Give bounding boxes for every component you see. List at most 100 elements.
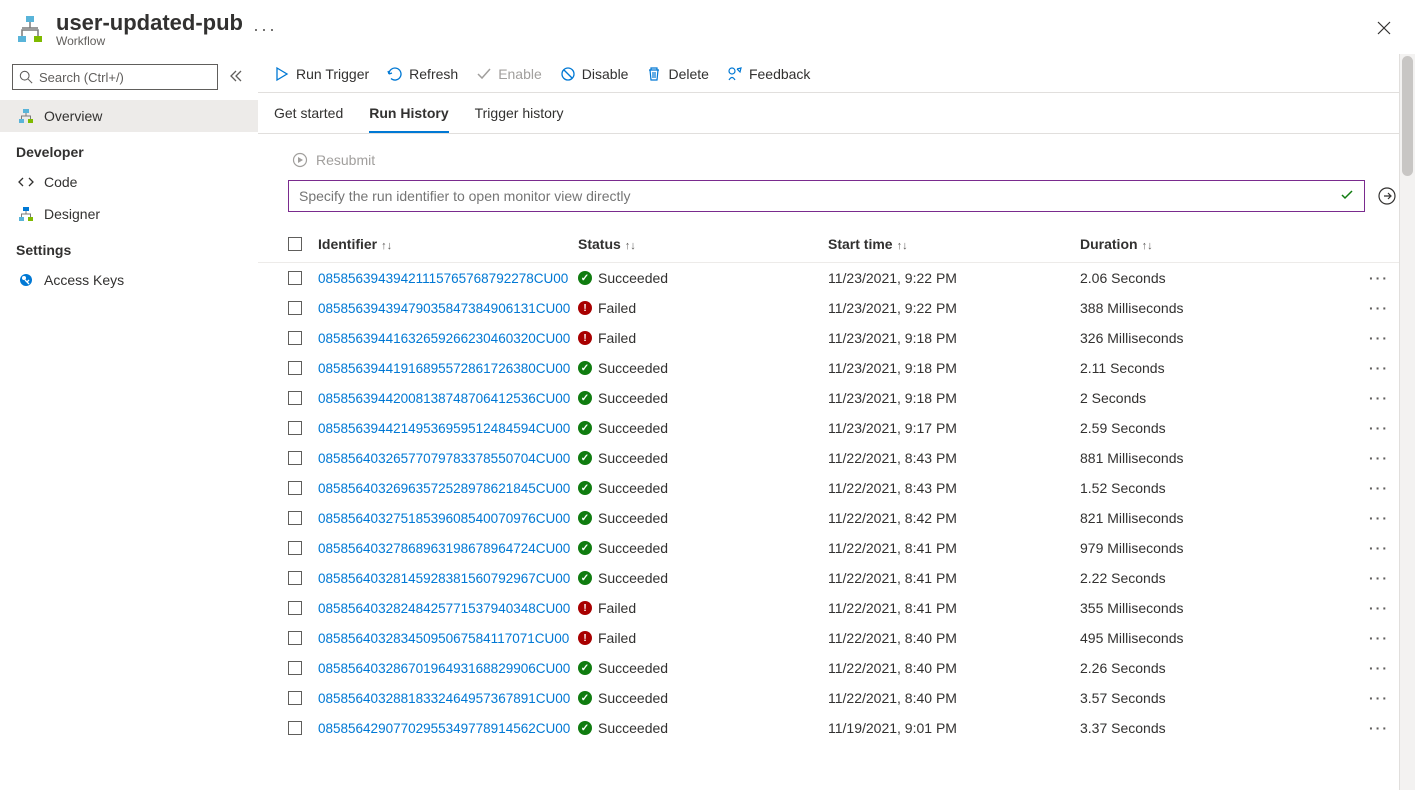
run-id-link[interactable]: 08585639441632659266230460320CU00	[318, 331, 570, 346]
go-button[interactable]	[1375, 184, 1399, 208]
row-checkbox[interactable]	[288, 301, 302, 315]
run-id-link[interactable]: 08585640328248425771537940348CU00	[318, 601, 570, 616]
row-menu-icon[interactable]: ···	[1369, 720, 1389, 736]
run-id-link[interactable]: 08585640326577079783378550704CU00	[318, 451, 570, 466]
run-id-link[interactable]: 08585639439421115765768792278CU00	[318, 271, 568, 286]
refresh-button[interactable]: Refresh	[387, 66, 458, 82]
status-label: Failed	[598, 330, 636, 346]
status-label: Succeeded	[598, 570, 668, 586]
row-checkbox[interactable]	[288, 361, 302, 375]
row-menu-icon[interactable]: ···	[1369, 420, 1389, 436]
row-menu-icon[interactable]: ···	[1369, 660, 1389, 676]
row-checkbox[interactable]	[288, 571, 302, 585]
select-all-checkbox[interactable]	[288, 237, 302, 251]
row-menu-icon[interactable]: ···	[1369, 300, 1389, 316]
sidebar-item-label: Code	[44, 174, 77, 190]
row-menu-icon[interactable]: ···	[1369, 390, 1389, 406]
run-id-link[interactable]: 08585642907702955349778914562CU00	[318, 721, 570, 736]
row-menu-icon[interactable]: ···	[1369, 270, 1389, 286]
start-time: 11/23/2021, 9:22 PM	[828, 300, 1080, 316]
row-menu-icon[interactable]: ···	[1369, 330, 1389, 346]
row-menu-icon[interactable]: ···	[1369, 510, 1389, 526]
column-duration[interactable]: Duration↑↓	[1080, 236, 1359, 252]
run-id-link[interactable]: 08585640327868963198678964724CU00	[318, 541, 570, 556]
row-checkbox[interactable]	[288, 541, 302, 555]
scrollbar[interactable]	[1399, 54, 1415, 790]
row-checkbox[interactable]	[288, 331, 302, 345]
status-label: Failed	[598, 300, 636, 316]
row-checkbox[interactable]	[288, 661, 302, 675]
tab-get-started[interactable]: Get started	[274, 93, 343, 133]
row-checkbox[interactable]	[288, 511, 302, 525]
row-checkbox[interactable]	[288, 721, 302, 735]
row-menu-icon[interactable]: ···	[1369, 360, 1389, 376]
row-menu-icon[interactable]: ···	[1369, 480, 1389, 496]
sidebar-item-designer[interactable]: Designer	[0, 198, 258, 230]
column-start-time[interactable]: Start time↑↓	[828, 236, 1080, 252]
run-id-link[interactable]: 08585640328145928381560792967CU00	[318, 571, 570, 586]
feedback-button[interactable]: Feedback	[727, 66, 810, 82]
success-icon: ✓	[578, 511, 592, 525]
table-row: 08585639442149536959512484594CU00✓Succee…	[258, 413, 1415, 443]
close-icon[interactable]	[1369, 15, 1399, 44]
row-checkbox[interactable]	[288, 451, 302, 465]
tab-trigger-history[interactable]: Trigger history	[475, 93, 564, 133]
row-checkbox[interactable]	[288, 691, 302, 705]
collapse-sidebar-icon[interactable]	[226, 67, 246, 87]
column-status[interactable]: Status↑↓	[578, 236, 828, 252]
page-subtitle: Workflow	[56, 34, 243, 48]
row-checkbox[interactable]	[288, 421, 302, 435]
run-id-link[interactable]: 08585639442149536959512484594CU00	[318, 421, 570, 436]
start-time: 11/23/2021, 9:18 PM	[828, 390, 1080, 406]
workflow-icon	[14, 13, 46, 45]
duration: 2.59 Seconds	[1080, 420, 1359, 436]
status-label: Succeeded	[598, 450, 668, 466]
filter-input[interactable]	[288, 180, 1365, 212]
run-id-link[interactable]: 08585640328818332464957367891CU00	[318, 691, 570, 706]
row-menu-icon[interactable]: ···	[1369, 600, 1389, 616]
scroll-thumb[interactable]	[1402, 56, 1413, 176]
run-id-link[interactable]: 08585639439479035847384906131CU00	[318, 301, 570, 316]
duration: 355 Milliseconds	[1080, 600, 1359, 616]
duration: 881 Milliseconds	[1080, 450, 1359, 466]
success-icon: ✓	[578, 421, 592, 435]
row-checkbox[interactable]	[288, 391, 302, 405]
table-row: 08585639439479035847384906131CU00!Failed…	[258, 293, 1415, 323]
run-id-link[interactable]: 08585639441916895572861726380CU00	[318, 361, 570, 376]
sidebar-item-overview[interactable]: Overview	[0, 100, 258, 132]
run-id-link[interactable]: 08585640328670196493168829906CU00	[318, 661, 570, 676]
row-checkbox[interactable]	[288, 631, 302, 645]
run-id-link[interactable]: 08585640326963572528978621845CU00	[318, 481, 570, 496]
row-menu-icon[interactable]: ···	[1369, 690, 1389, 706]
main-content: Run Trigger Refresh Enable Disable Delet…	[258, 56, 1415, 792]
tabs: Get started Run History Trigger history	[258, 93, 1415, 134]
run-id-link[interactable]: 08585639442008138748706412536CU00	[318, 391, 570, 406]
run-id-link[interactable]: 08585640327518539608540070976CU00	[318, 511, 570, 526]
duration: 2.06 Seconds	[1080, 270, 1359, 286]
sidebar-item-label: Overview	[44, 108, 102, 124]
row-menu-icon[interactable]: ···	[1369, 540, 1389, 556]
workflow-icon	[18, 108, 34, 124]
row-menu-icon[interactable]: ···	[1369, 630, 1389, 646]
column-identifier[interactable]: Identifier↑↓	[318, 236, 578, 252]
duration: 2.11 Seconds	[1080, 360, 1359, 376]
row-checkbox[interactable]	[288, 601, 302, 615]
row-checkbox[interactable]	[288, 481, 302, 495]
row-menu-icon[interactable]: ···	[1369, 570, 1389, 586]
more-icon[interactable]: ···	[253, 19, 277, 40]
row-menu-icon[interactable]: ···	[1369, 450, 1389, 466]
delete-button[interactable]: Delete	[646, 66, 708, 82]
search-input[interactable]: Search (Ctrl+/)	[12, 64, 218, 90]
tab-run-history[interactable]: Run History	[369, 93, 448, 133]
resubmit-icon	[292, 152, 308, 168]
status-label: Succeeded	[598, 690, 668, 706]
run-id-link[interactable]: 08585640328345095067584117071CU00	[318, 631, 569, 646]
sidebar-item-access-keys[interactable]: Access Keys	[0, 264, 258, 296]
disable-button[interactable]: Disable	[560, 66, 629, 82]
row-checkbox[interactable]	[288, 271, 302, 285]
sidebar-item-code[interactable]: Code	[0, 166, 258, 198]
status-label: Succeeded	[598, 480, 668, 496]
run-trigger-button[interactable]: Run Trigger	[274, 66, 369, 82]
run-history-table: Identifier↑↓ Status↑↓ Start time↑↓ Durat…	[258, 224, 1415, 743]
duration: 495 Milliseconds	[1080, 630, 1359, 646]
